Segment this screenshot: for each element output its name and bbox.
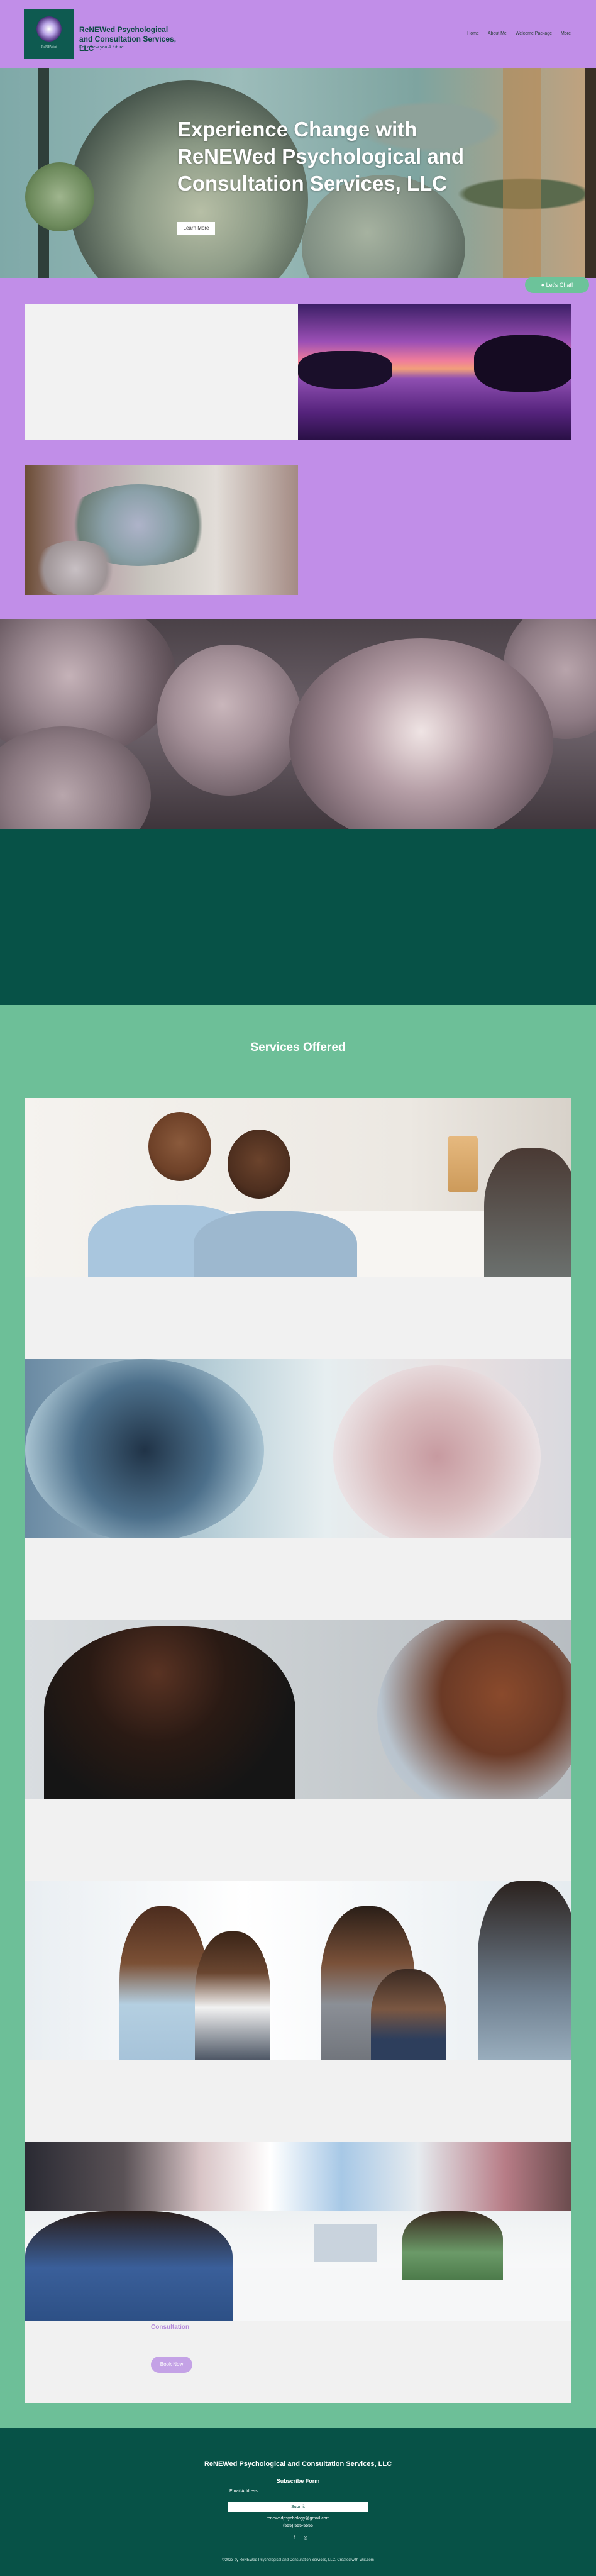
logo-tagline: ReNEWed bbox=[41, 45, 57, 49]
hero-bark-stripe bbox=[585, 68, 596, 278]
facebook-icon[interactable]: f bbox=[292, 2536, 297, 2541]
footer-email-link[interactable]: renewedpsychology@gmail.com bbox=[0, 2516, 596, 2521]
book-now-button[interactable]: Book Now bbox=[151, 2357, 192, 2373]
person-shape bbox=[195, 1931, 270, 2060]
person-shape bbox=[402, 2211, 503, 2280]
person-shape bbox=[228, 1130, 290, 1199]
service-image-couple bbox=[25, 1098, 571, 1277]
person-shape bbox=[148, 1112, 211, 1181]
learn-more-button[interactable]: Learn More bbox=[177, 222, 215, 235]
service-heading: Consultation bbox=[151, 2324, 190, 2331]
person-shape bbox=[119, 1906, 207, 2060]
social-links: f ◎ bbox=[292, 2536, 308, 2541]
logo[interactable]: ReNEWed bbox=[24, 9, 74, 59]
person-shape bbox=[25, 1359, 264, 1538]
service-image-grief bbox=[25, 1620, 571, 1799]
succulent-rosette bbox=[157, 645, 302, 796]
succulent-banner-image bbox=[0, 619, 596, 829]
footer-title: ReNEWed Psychological and Consultation S… bbox=[204, 2460, 392, 2468]
email-label: Email Address bbox=[229, 2489, 258, 2494]
person-shape bbox=[478, 1881, 571, 2060]
nav-about-me[interactable]: About Me bbox=[488, 31, 507, 36]
service-card bbox=[25, 1277, 571, 1359]
chat-bubble-icon: ● bbox=[541, 282, 546, 288]
nav-more[interactable]: More bbox=[561, 31, 571, 36]
lamp-shape bbox=[448, 1136, 478, 1192]
services-section: Services Offered Consultation Book Now bbox=[0, 1005, 596, 2428]
service-image-meeting bbox=[25, 2142, 571, 2321]
logo-glow-icon bbox=[36, 16, 62, 42]
service-card bbox=[25, 2060, 571, 2142]
submit-button[interactable]: Submit bbox=[228, 2502, 368, 2512]
person-shape bbox=[377, 1620, 571, 1799]
tree-silhouette bbox=[474, 335, 571, 392]
service-card bbox=[25, 1538, 571, 1620]
copyright-text: ©2023 by ReNEWed Psychological and Consu… bbox=[222, 2558, 374, 2562]
person-shape bbox=[194, 1211, 357, 1277]
hero-section: Experience Change with ReNEWed Psycholog… bbox=[0, 68, 596, 278]
nav-welcome-package[interactable]: Welcome Package bbox=[516, 31, 552, 36]
service-card bbox=[25, 1799, 571, 1881]
instagram-icon[interactable]: ◎ bbox=[303, 2536, 308, 2541]
nav-home[interactable]: Home bbox=[467, 31, 479, 36]
person-shape bbox=[333, 1365, 541, 1538]
hero-bark-stripe bbox=[503, 68, 541, 278]
subscribe-title: Subscribe Form bbox=[276, 2478, 320, 2484]
chat-button[interactable]: ● Let's Chat! bbox=[525, 277, 589, 293]
service-card: Consultation Book Now bbox=[25, 2321, 571, 2403]
footer-phone: (555) 555-5555 bbox=[283, 2524, 313, 2528]
tree-silhouette bbox=[298, 351, 392, 389]
main-nav: Home About Me Welcome Package More bbox=[467, 31, 571, 36]
person-shape bbox=[25, 2211, 233, 2321]
dark-teal-band bbox=[0, 829, 596, 1005]
person-shape bbox=[371, 1969, 446, 2060]
intro-text-card bbox=[25, 304, 298, 440]
site-subtitle: For a new you & future bbox=[79, 45, 124, 50]
email-input[interactable] bbox=[229, 2494, 367, 2501]
chat-label: Let's Chat! bbox=[546, 282, 573, 288]
service-image-family bbox=[25, 1881, 571, 2060]
services-title: Services Offered bbox=[250, 1041, 346, 1054]
blurred-audience-shape bbox=[25, 2142, 571, 2211]
site-header: ReNEWed ReNEWed Psychological and Consul… bbox=[0, 0, 596, 68]
laptop-shape bbox=[314, 2224, 377, 2262]
service-image-session bbox=[25, 1359, 571, 1538]
sunset-lake-image bbox=[298, 304, 571, 440]
blurred-plant-shape bbox=[31, 541, 119, 595]
person-shape bbox=[44, 1626, 295, 1799]
blurred-succulent-image bbox=[25, 465, 298, 595]
site-footer: ReNEWed Psychological and Consultation S… bbox=[0, 2428, 596, 2576]
person-shape bbox=[484, 1148, 571, 1277]
hero-succulent-image bbox=[25, 162, 94, 231]
hero-title: Experience Change with ReNEWed Psycholog… bbox=[177, 118, 465, 195]
